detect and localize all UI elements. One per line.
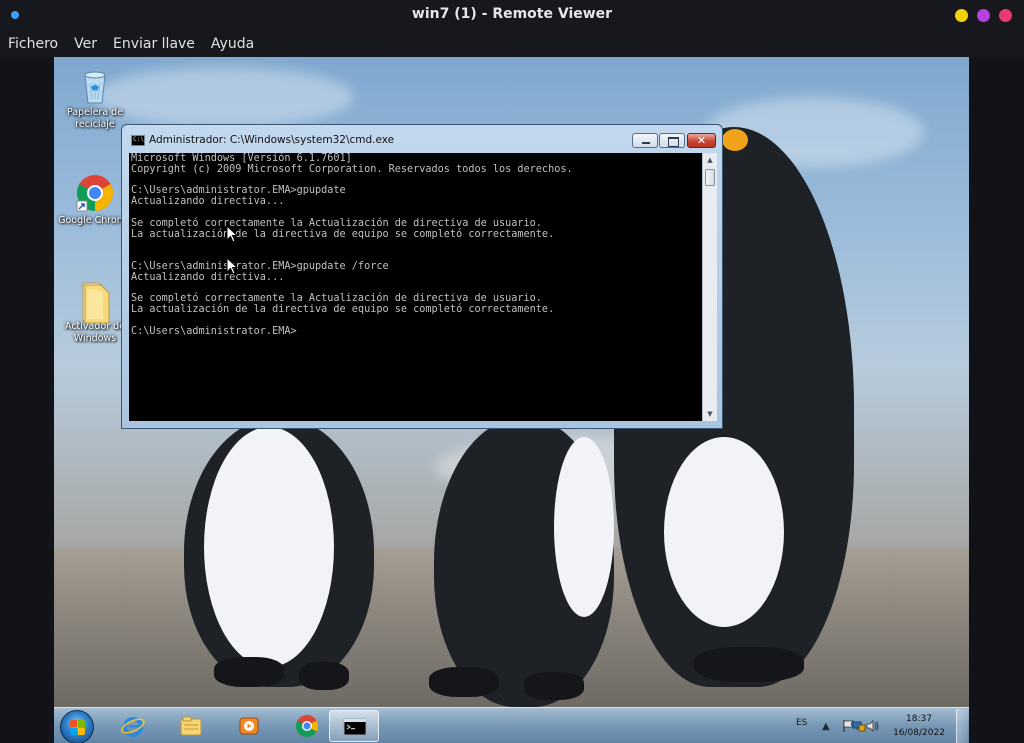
- folder-library-icon: [180, 716, 202, 736]
- command-prompt-icon: [343, 718, 367, 736]
- wallpaper-penguin-foot: [214, 657, 284, 687]
- mouse-cursor-icon: [226, 225, 238, 243]
- wallpaper-penguin-belly: [664, 437, 784, 627]
- mouse-cursor-icon: [226, 257, 238, 275]
- console-line: Actualizando directiva...: [131, 271, 285, 283]
- console-line: Copyright (c) 2009 Microsoft Corporation…: [131, 163, 573, 175]
- network-icon[interactable]: [852, 719, 866, 733]
- cmd-close-button[interactable]: [687, 133, 716, 148]
- wallpaper-penguin-belly: [204, 427, 334, 667]
- scroll-up-arrow-icon[interactable]: ▲: [703, 153, 717, 167]
- cmd-icon: C:\: [131, 135, 145, 146]
- close-button[interactable]: [999, 9, 1012, 22]
- recycle-bin-icon: [75, 65, 115, 105]
- wallpaper-penguin-neck: [722, 129, 748, 151]
- windows-flag-icon: [70, 720, 86, 736]
- clock-date: 16/08/2022: [893, 728, 945, 738]
- language-indicator[interactable]: ES: [796, 718, 807, 728]
- scroll-thumb[interactable]: [705, 169, 715, 186]
- cmd-window[interactable]: C:\ Administrador: C:\Windows\system32\c…: [121, 124, 723, 429]
- console-line: La actualización de la directiva de equi…: [131, 228, 555, 240]
- start-button[interactable]: [60, 710, 94, 743]
- wallpaper-penguin-foot: [694, 647, 804, 682]
- console-line: C:\Users\administrator.EMA>: [131, 325, 297, 337]
- scroll-down-arrow-icon[interactable]: ▼: [703, 407, 717, 421]
- wallpaper-penguin-belly: [554, 437, 614, 617]
- minimize-button[interactable]: [955, 9, 968, 22]
- console-line: Se completó correctamente la Actualizaci…: [131, 217, 542, 229]
- internet-explorer-icon: [121, 717, 145, 737]
- console-line: Actualizando directiva...: [131, 196, 285, 208]
- cmd-title: Administrador: C:\Windows\system32\cmd.e…: [149, 134, 395, 146]
- viewer-margin-right: [969, 57, 1024, 743]
- chrome-icon: [75, 173, 115, 213]
- desktop-icon-recycle-bin[interactable]: Papelera de reciclaje: [54, 65, 136, 131]
- show-hidden-icons-arrow-icon[interactable]: ▲: [822, 721, 830, 732]
- cmd-console[interactable]: Microsoft Windows [Versión 6.1.7601] Copy…: [129, 153, 702, 421]
- menu-fichero[interactable]: Fichero: [8, 36, 58, 52]
- taskbar-media-player[interactable]: [224, 710, 274, 742]
- taskbar: ES ▲ 18:37 16/08/2022: [54, 707, 969, 743]
- menu-enviar-llave[interactable]: Enviar llave: [113, 36, 195, 52]
- remote-desktop[interactable]: Papelera de reciclaje Google Chrome Acti…: [54, 57, 969, 743]
- taskbar-internet-explorer[interactable]: [108, 710, 158, 742]
- cmd-minimize-button[interactable]: [632, 133, 658, 148]
- folder-icon: [75, 279, 115, 324]
- taskbar-google-chrome[interactable]: [282, 710, 332, 742]
- viewer-margin-left: [0, 57, 54, 743]
- taskbar-command-prompt[interactable]: [329, 710, 379, 742]
- show-desktop-button[interactable]: [956, 709, 968, 743]
- taskbar-windows-explorer[interactable]: [166, 710, 216, 742]
- cmd-titlebar[interactable]: C:\ Administrador: C:\Windows\system32\c…: [122, 125, 722, 151]
- chrome-icon: [296, 715, 318, 737]
- wallpaper-penguin-foot: [524, 672, 584, 700]
- cmd-scrollbar[interactable]: ▲ ▼: [702, 153, 717, 421]
- wallpaper-penguin-foot: [429, 667, 499, 697]
- media-player-icon: [239, 717, 259, 735]
- console-line: La actualización de la directiva de equi…: [131, 304, 555, 316]
- viewer-titlebar: win7 (1) - Remote Viewer: [0, 0, 1024, 30]
- cmd-maximize-button[interactable]: [659, 133, 685, 148]
- menu-bar: Fichero Ver Enviar llave Ayuda: [0, 30, 1024, 57]
- maximize-button[interactable]: [977, 9, 990, 22]
- wallpaper-penguin-foot: [299, 662, 349, 690]
- console-output: Microsoft Windows [Versión 6.1.7601] Copy…: [131, 153, 573, 338]
- clock[interactable]: 18:37 16/08/2022: [890, 712, 948, 740]
- menu-ver[interactable]: Ver: [74, 36, 97, 52]
- volume-icon[interactable]: [866, 719, 880, 733]
- clock-time: 18:37: [906, 714, 932, 724]
- menu-ayuda[interactable]: Ayuda: [211, 36, 254, 52]
- window-title: win7 (1) - Remote Viewer: [411, 6, 613, 22]
- window-controls: [955, 9, 1012, 22]
